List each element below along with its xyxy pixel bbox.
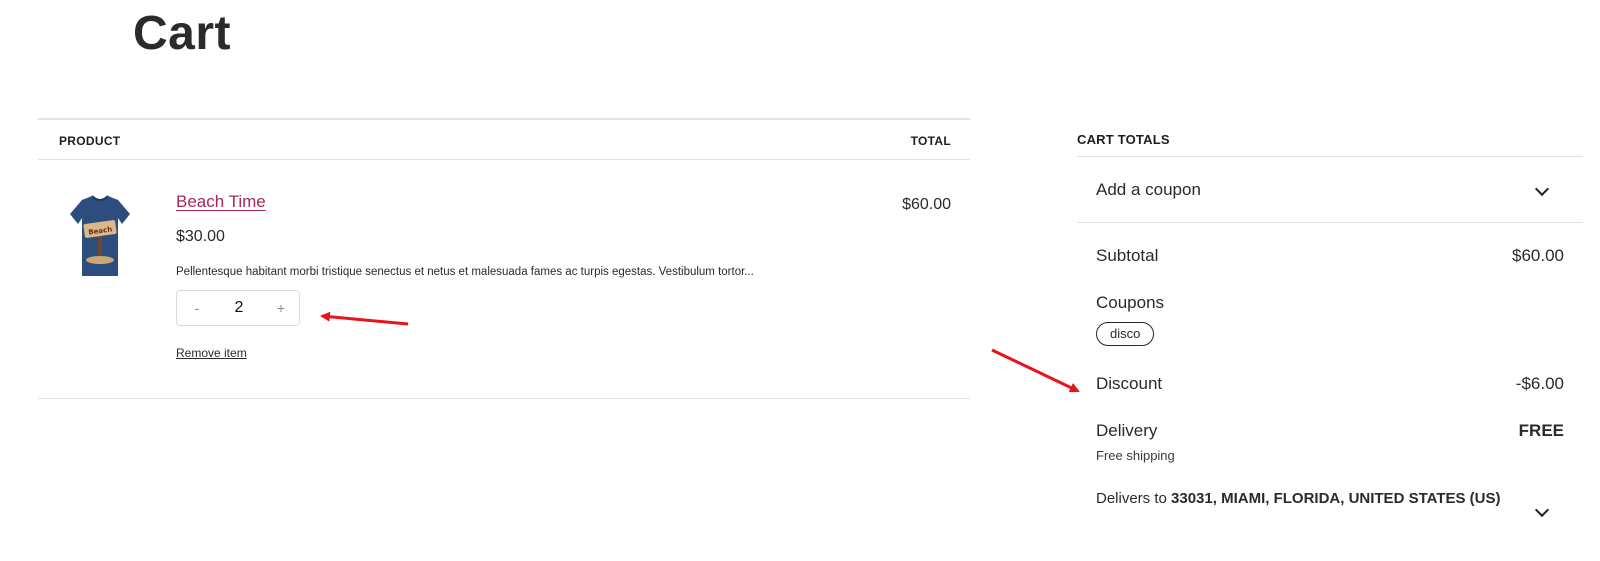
delivery-value: FREE <box>1518 421 1564 440</box>
product-name-link[interactable]: Beach Time <box>176 192 266 212</box>
product-description: Pellentesque habitant morbi tristique se… <box>176 266 754 278</box>
column-header-total: TOTAL <box>910 134 951 148</box>
delivery-label: Delivery <box>1096 421 1158 440</box>
delivery-method: Free shipping <box>1096 448 1175 463</box>
quantity-input[interactable]: 2 <box>217 291 261 325</box>
subtotal-label: Subtotal <box>1096 246 1159 265</box>
table-header: PRODUCT TOTAL <box>38 120 970 160</box>
page-title: Cart <box>133 7 232 60</box>
divider <box>1077 156 1583 157</box>
subtotal-value: $60.00 <box>1512 246 1564 265</box>
remove-item-link[interactable]: Remove item <box>176 346 247 360</box>
line-total: $60.00 <box>902 196 951 213</box>
cart-items-table: PRODUCT TOTAL Beach Beach Time $30.00 Pe… <box>38 118 970 399</box>
chevron-down-icon <box>1534 181 1550 197</box>
column-header-product: PRODUCT <box>59 134 121 148</box>
add-coupon-toggle[interactable]: Add a coupon <box>1077 158 1583 224</box>
discount-value: -$6.00 <box>1515 374 1564 393</box>
quantity-increase-button[interactable]: + <box>271 291 291 325</box>
annotation-arrow-discount <box>991 348 1080 393</box>
delivers-to-text: Delivers to 33031, MIAMI, FLORIDA, UNITE… <box>1096 486 1516 511</box>
product-unit-price: $30.00 <box>176 228 225 245</box>
chevron-down-icon <box>1534 502 1550 518</box>
applied-coupon-chip[interactable]: disco <box>1096 322 1155 346</box>
cart-totals-panel: CART TOTALS Add a coupon Subtotal $60.00… <box>1077 118 1583 561</box>
divider <box>1077 222 1583 223</box>
quantity-stepper: - 2 + <box>176 290 300 326</box>
delivers-to-prefix: Delivers to <box>1096 490 1167 507</box>
discount-label: Discount <box>1096 374 1163 393</box>
quantity-decrease-button[interactable]: - <box>187 291 207 325</box>
delivers-to-address: 33031, MIAMI, FLORIDA, UNITED STATES (US… <box>1171 490 1501 507</box>
coupons-label: Coupons <box>1096 293 1165 312</box>
add-coupon-label: Add a coupon <box>1096 180 1201 199</box>
product-thumbnail-tshirt[interactable]: Beach <box>68 192 132 282</box>
cart-totals-heading: CART TOTALS <box>1077 132 1170 147</box>
